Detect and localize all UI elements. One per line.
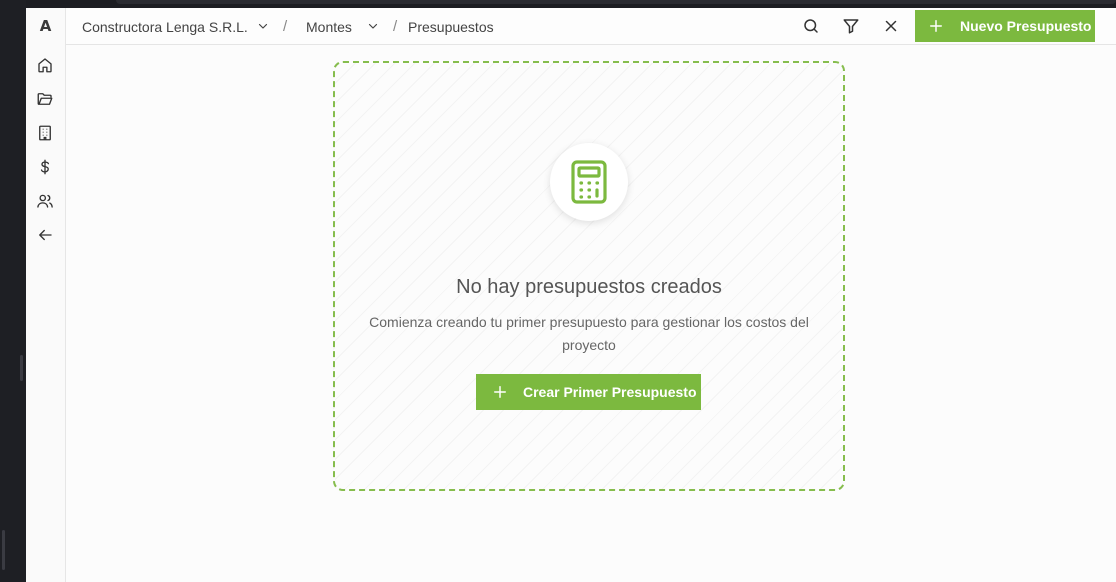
filter-icon[interactable]	[842, 17, 860, 35]
search-icon[interactable]	[802, 17, 820, 35]
breadcrumb-separator: /	[393, 18, 398, 35]
sidebar: A	[26, 8, 66, 582]
window-top-strip	[26, 0, 1116, 8]
top-bar: Constructora Lenga S.R.L. / Montes / Pre…	[66, 8, 1116, 45]
empty-state-description: Comienza creando tu primer presupuesto p…	[369, 314, 809, 353]
chevron-down-icon[interactable]	[367, 20, 379, 32]
app-window: A Constructora Lenga S.R.L. / Montes / P…	[26, 8, 1116, 582]
create-first-budget-button[interactable]: Crear Primer Presupuesto	[476, 374, 701, 410]
resize-handle-lower[interactable]	[2, 530, 5, 570]
breadcrumb-separator: /	[283, 18, 288, 35]
calculator-icon	[571, 160, 607, 204]
dollar-icon[interactable]	[35, 157, 55, 177]
folder-open-icon[interactable]	[35, 89, 55, 109]
plus-icon	[930, 20, 942, 32]
new-budget-button-label: Nuevo Presupuesto	[960, 18, 1092, 34]
empty-state-title: No hay presupuestos creados	[456, 275, 722, 298]
empty-state-icon-circle	[550, 143, 628, 221]
building-icon[interactable]	[35, 123, 55, 143]
users-icon[interactable]	[35, 191, 55, 211]
breadcrumb-current: Presupuestos	[408, 19, 494, 35]
breadcrumb-project[interactable]: Montes	[306, 19, 352, 35]
new-budget-button[interactable]: Nuevo Presupuesto	[915, 10, 1095, 42]
app-logo[interactable]: A	[26, 17, 65, 35]
close-icon[interactable]	[882, 17, 900, 35]
empty-state: No hay presupuestos creados Comienza cre…	[333, 61, 845, 491]
chevron-down-icon[interactable]	[257, 20, 269, 32]
breadcrumb-company[interactable]: Constructora Lenga S.R.L.	[82, 19, 248, 35]
create-first-budget-button-label: Crear Primer Presupuesto	[523, 384, 697, 400]
plus-icon	[494, 386, 506, 398]
arrow-left-icon[interactable]	[35, 225, 55, 245]
tab-hint	[116, 0, 1116, 4]
resize-handle[interactable]	[20, 355, 23, 381]
home-icon[interactable]	[35, 55, 55, 75]
